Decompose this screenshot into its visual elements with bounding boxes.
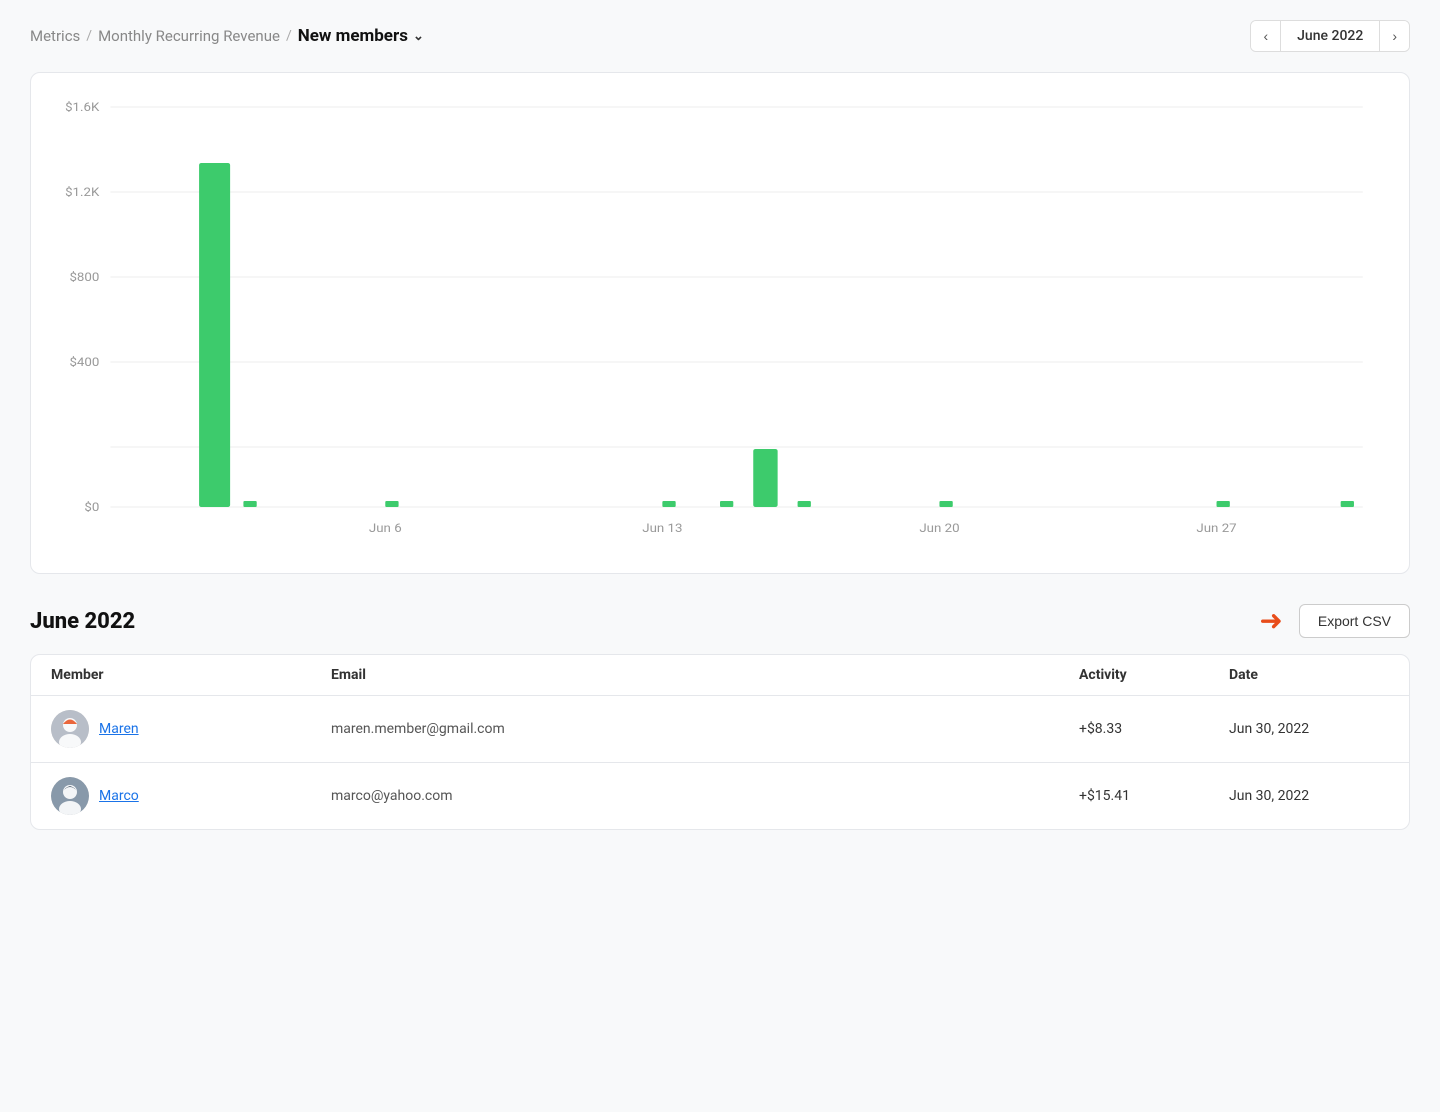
- svg-text:Jun 20: Jun 20: [919, 522, 959, 536]
- section-actions: ➜ Export CSV: [1259, 604, 1410, 638]
- current-label: New members: [298, 26, 408, 46]
- breadcrumb-mrr[interactable]: Monthly Recurring Revenue: [98, 27, 280, 45]
- activity-marco: +$15.41: [1079, 788, 1229, 804]
- svg-text:Jun 6: Jun 6: [369, 522, 402, 536]
- col-date: Date: [1229, 667, 1389, 683]
- date-marco: Jun 30, 2022: [1229, 788, 1389, 804]
- date-navigator: ‹ June 2022 ›: [1250, 20, 1410, 52]
- page-header: Metrics / Monthly Recurring Revenue / Ne…: [30, 20, 1410, 52]
- breadcrumb-sep-1: /: [86, 28, 92, 44]
- bar-chart: $1.6K $1.2K $800 $400 $0: [55, 97, 1385, 557]
- svg-text:$0: $0: [84, 501, 99, 515]
- col-email: Email: [331, 667, 1079, 683]
- activity-maren: +$8.33: [1079, 721, 1229, 737]
- email-marco: marco@yahoo.com: [331, 788, 1079, 804]
- col-member: Member: [51, 667, 331, 683]
- breadcrumb-current[interactable]: New members ⌄: [298, 26, 424, 46]
- chart-area: $1.6K $1.2K $800 $400 $0: [55, 97, 1385, 557]
- date-maren: Jun 30, 2022: [1229, 721, 1389, 737]
- avatar-marco: [51, 777, 89, 815]
- svg-text:Jun 27: Jun 27: [1196, 522, 1236, 536]
- chevron-down-icon: ⌄: [413, 29, 424, 44]
- members-table: Member Email Activity Date Maren maren.m…: [30, 654, 1410, 830]
- svg-text:$1.6K: $1.6K: [65, 101, 99, 115]
- email-maren: maren.member@gmail.com: [331, 721, 1079, 737]
- prev-date-button[interactable]: ‹: [1251, 21, 1281, 51]
- next-date-button[interactable]: ›: [1379, 21, 1409, 51]
- breadcrumb-metrics[interactable]: Metrics: [30, 27, 80, 45]
- member-name-marco[interactable]: Marco: [99, 788, 139, 804]
- svg-text:Jun 13: Jun 13: [642, 522, 682, 536]
- col-activity: Activity: [1079, 667, 1229, 683]
- chart-card: $1.6K $1.2K $800 $400 $0: [30, 72, 1410, 574]
- table-header: Member Email Activity Date: [31, 655, 1409, 696]
- member-cell-marco: Marco: [51, 777, 331, 815]
- member-name-maren[interactable]: Maren: [99, 721, 139, 737]
- svg-text:$400: $400: [69, 356, 99, 370]
- member-cell-maren: Maren: [51, 710, 331, 748]
- svg-text:$1.2K: $1.2K: [65, 186, 99, 200]
- breadcrumb-sep-2: /: [286, 28, 292, 44]
- table-row: Marco marco@yahoo.com +$15.41 Jun 30, 20…: [31, 763, 1409, 829]
- table-row: Maren maren.member@gmail.com +$8.33 Jun …: [31, 696, 1409, 763]
- section-title: June 2022: [30, 609, 135, 634]
- date-nav-label: June 2022: [1281, 21, 1379, 51]
- avatar-maren: [51, 710, 89, 748]
- svg-text:$800: $800: [69, 271, 99, 285]
- breadcrumb: Metrics / Monthly Recurring Revenue / Ne…: [30, 26, 424, 46]
- arrow-right-icon: ➜: [1259, 607, 1282, 635]
- section-header: June 2022 ➜ Export CSV: [30, 604, 1410, 638]
- export-csv-button[interactable]: Export CSV: [1299, 604, 1410, 638]
